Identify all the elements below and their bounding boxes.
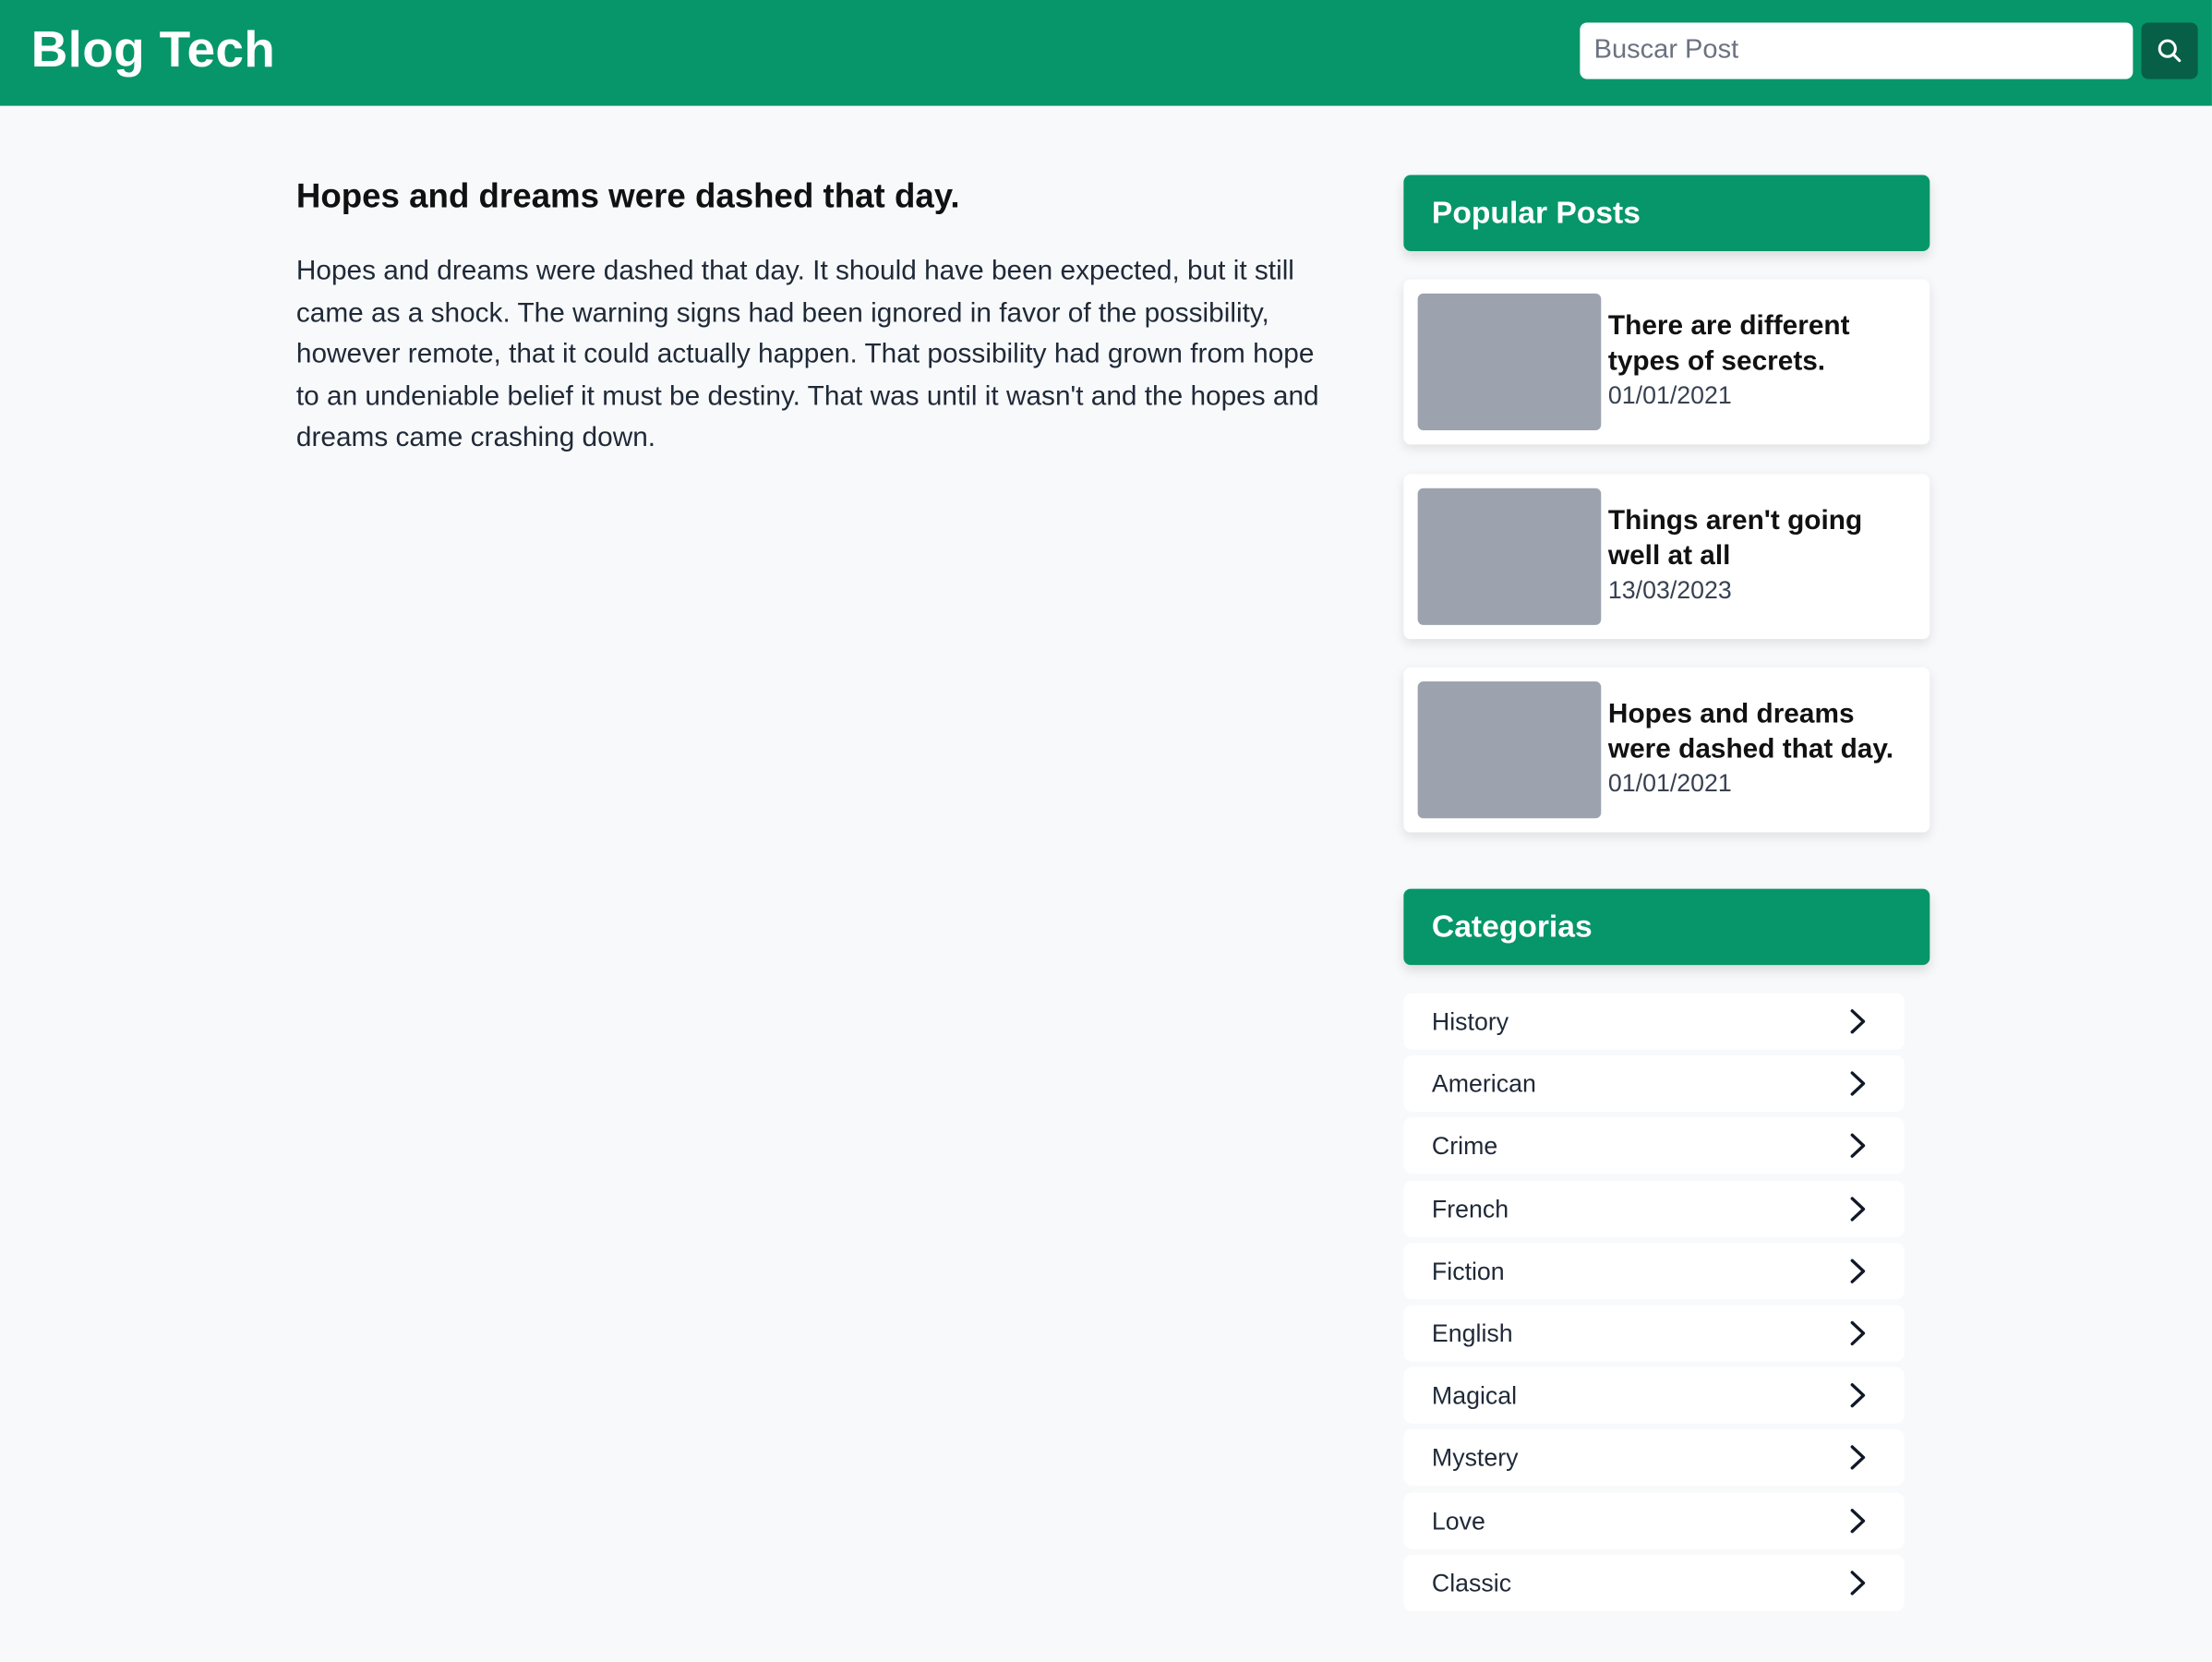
category-item-history[interactable]: History	[1403, 993, 1905, 1050]
category-item-fiction[interactable]: Fiction	[1403, 1242, 1905, 1299]
category-item-love[interactable]: Love	[1403, 1491, 1905, 1548]
popular-post-card[interactable]: There are different types of secrets. 01…	[1403, 279, 1930, 445]
chevron-right-icon	[1850, 1383, 1866, 1408]
article-body: Hopes and dreams were dashed that day. I…	[295, 255, 1319, 453]
chevron-right-icon	[1850, 1009, 1866, 1034]
category-label: History	[1431, 1006, 1509, 1036]
chevron-right-icon	[1850, 1196, 1866, 1221]
popular-post-card[interactable]: Things aren't going well at all 13/03/20…	[1403, 474, 1930, 640]
post-thumbnail[interactable]	[1417, 488, 1602, 625]
category-item-english[interactable]: English	[1403, 1305, 1905, 1362]
top-navbar: Blog Tech	[0, 0, 2212, 106]
category-label: Mystery	[1431, 1443, 1519, 1473]
post-title[interactable]: There are different types of secrets.	[1608, 309, 1912, 379]
chevron-right-icon	[1850, 1071, 1866, 1096]
category-label: English	[1431, 1319, 1513, 1348]
category-label: Crime	[1431, 1132, 1498, 1161]
post-thumbnail[interactable]	[1417, 293, 1602, 431]
category-item-french[interactable]: French	[1403, 1180, 1905, 1237]
chevron-right-icon	[1850, 1320, 1866, 1346]
category-label: Classic	[1431, 1568, 1512, 1597]
chevron-right-icon	[1850, 1508, 1866, 1533]
post-title[interactable]: Things aren't going well at all	[1608, 503, 1912, 573]
post-date: 13/03/2023	[1607, 575, 1732, 604]
categories-header: Categorias	[1403, 888, 1930, 966]
category-item-classic[interactable]: Classic	[1403, 1554, 1905, 1611]
popular-posts-header: Popular Posts	[1403, 175, 1930, 251]
post-title[interactable]: Hopes and dreams were dashed that day.	[1608, 697, 1912, 767]
chevron-right-icon	[1850, 1445, 1866, 1471]
chevron-right-icon	[1850, 1570, 1866, 1596]
category-label: Fiction	[1431, 1257, 1505, 1285]
page: Blog Tech Hopes and dreams were dashed t…	[0, 0, 2212, 1662]
category-item-magical[interactable]: Magical	[1403, 1367, 1905, 1424]
article-title: Hopes and dreams were dashed that day.	[295, 177, 960, 216]
post-date: 01/01/2021	[1607, 768, 1732, 798]
search-icon	[2158, 39, 2182, 63]
category-label: American	[1431, 1069, 1536, 1099]
post-thumbnail[interactable]	[1417, 681, 1602, 819]
popular-post-card[interactable]: Hopes and dreams were dashed that day. 0…	[1403, 667, 1930, 833]
category-label: Magical	[1431, 1381, 1518, 1410]
brand-logo-text[interactable]: Blog Tech	[31, 19, 276, 78]
category-label: French	[1431, 1194, 1509, 1223]
category-item-crime[interactable]: Crime	[1403, 1117, 1905, 1174]
category-item-american[interactable]: American	[1403, 1055, 1905, 1113]
search-button[interactable]	[2141, 22, 2198, 79]
category-item-mystery[interactable]: Mystery	[1403, 1429, 1905, 1487]
chevron-right-icon	[1850, 1259, 1866, 1283]
post-date: 01/01/2021	[1607, 380, 1732, 410]
category-list: History American Crime French Fiction En…	[1403, 993, 1905, 1617]
search-input[interactable]	[1580, 22, 2134, 79]
category-label: Love	[1431, 1506, 1485, 1535]
chevron-right-icon	[1850, 1134, 1866, 1159]
